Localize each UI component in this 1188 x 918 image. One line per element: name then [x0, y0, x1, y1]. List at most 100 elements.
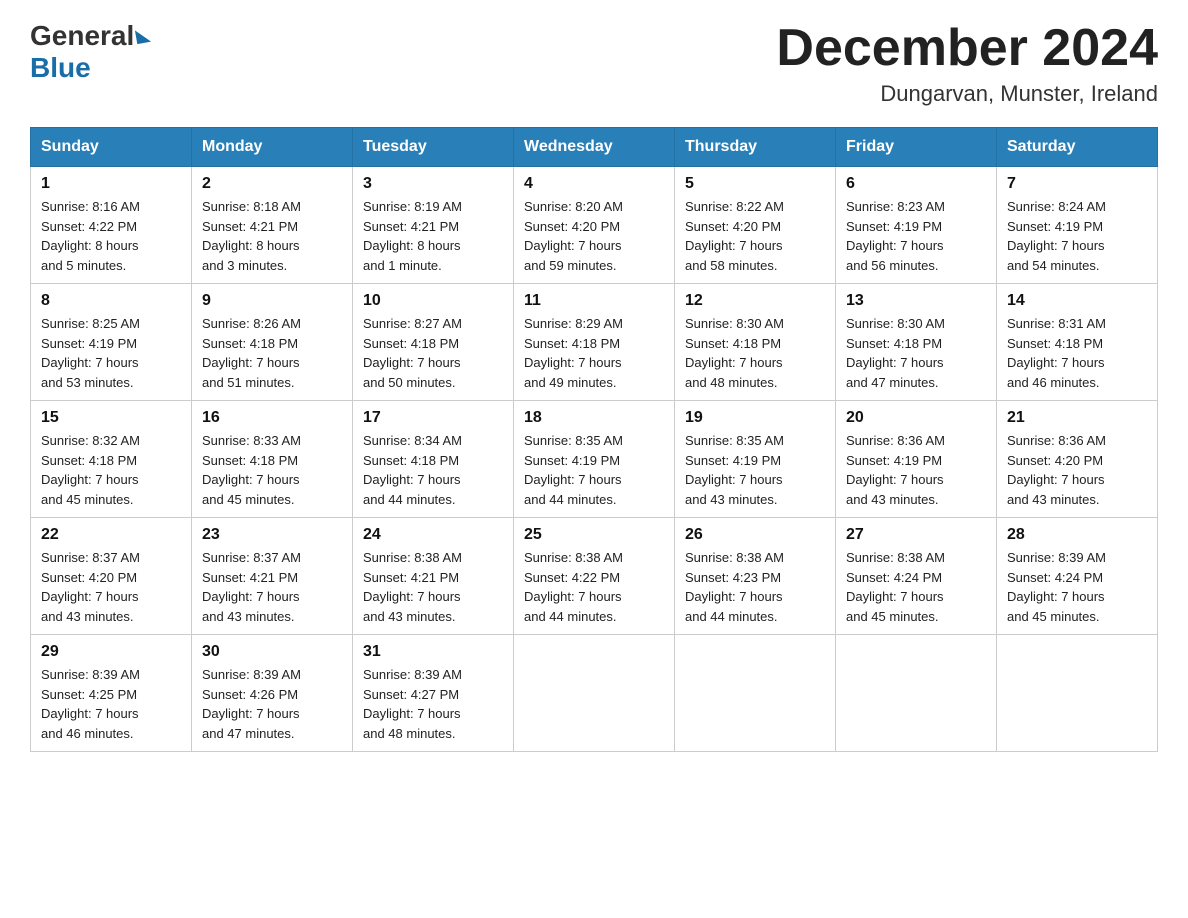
calendar-cell: 2 Sunrise: 8:18 AM Sunset: 4:21 PM Daylig… — [192, 167, 353, 284]
month-title: December 2024 — [776, 20, 1158, 77]
day-number: 22 — [41, 526, 181, 544]
day-number: 6 — [846, 175, 986, 193]
calendar-cell: 8 Sunrise: 8:25 AM Sunset: 4:19 PM Daylig… — [31, 284, 192, 401]
day-number: 3 — [363, 175, 503, 193]
logo-arrow-icon — [135, 28, 151, 44]
day-info: Sunrise: 8:22 AM Sunset: 4:20 PM Dayligh… — [685, 197, 825, 275]
day-number: 1 — [41, 175, 181, 193]
calendar-cell: 10 Sunrise: 8:27 AM Sunset: 4:18 PM Dayli… — [353, 284, 514, 401]
calendar-cell: 29Sunrise: 8:39 AM Sunset: 4:25 PM Dayli… — [31, 635, 192, 752]
calendar-cell — [997, 635, 1158, 752]
calendar-cell: 31Sunrise: 8:39 AM Sunset: 4:27 PM Dayli… — [353, 635, 514, 752]
day-info: Sunrise: 8:37 AM Sunset: 4:21 PM Dayligh… — [202, 548, 342, 626]
calendar-cell — [675, 635, 836, 752]
col-header-tuesday: Tuesday — [353, 128, 514, 167]
col-header-monday: Monday — [192, 128, 353, 167]
calendar-cell: 21Sunrise: 8:36 AM Sunset: 4:20 PM Dayli… — [997, 401, 1158, 518]
calendar-week-4: 22 Sunrise: 8:37 AM Sunset: 4:20 PM Dayli… — [31, 518, 1158, 635]
day-number: 2 — [202, 175, 342, 193]
calendar-cell: 22 Sunrise: 8:37 AM Sunset: 4:20 PM Dayli… — [31, 518, 192, 635]
day-number: 24 — [363, 526, 503, 544]
calendar-cell: 9Sunrise: 8:26 AM Sunset: 4:18 PM Daylig… — [192, 284, 353, 401]
day-info: Sunrise: 8:37 AM Sunset: 4:20 PM Dayligh… — [41, 548, 181, 626]
day-number: 18 — [524, 409, 664, 427]
calendar-cell: 4 Sunrise: 8:20 AM Sunset: 4:20 PM Daylig… — [514, 167, 675, 284]
day-info: Sunrise: 8:34 AM Sunset: 4:18 PM Dayligh… — [363, 431, 503, 509]
calendar-header-row: SundayMondayTuesdayWednesdayThursdayFrid… — [31, 128, 1158, 167]
day-info: Sunrise: 8:30 AM Sunset: 4:18 PM Dayligh… — [685, 314, 825, 392]
day-info: Sunrise: 8:35 AM Sunset: 4:19 PM Dayligh… — [524, 431, 664, 509]
calendar-cell: 11Sunrise: 8:29 AM Sunset: 4:18 PM Dayli… — [514, 284, 675, 401]
day-info: Sunrise: 8:38 AM Sunset: 4:23 PM Dayligh… — [685, 548, 825, 626]
day-info: Sunrise: 8:31 AM Sunset: 4:18 PM Dayligh… — [1007, 314, 1147, 392]
day-info: Sunrise: 8:32 AM Sunset: 4:18 PM Dayligh… — [41, 431, 181, 509]
day-info: Sunrise: 8:38 AM Sunset: 4:24 PM Dayligh… — [846, 548, 986, 626]
calendar-cell — [514, 635, 675, 752]
day-info: Sunrise: 8:30 AM Sunset: 4:18 PM Dayligh… — [846, 314, 986, 392]
calendar-cell — [836, 635, 997, 752]
day-number: 30 — [202, 643, 342, 661]
calendar-cell: 20Sunrise: 8:36 AM Sunset: 4:19 PM Dayli… — [836, 401, 997, 518]
day-info: Sunrise: 8:25 AM Sunset: 4:19 PM Dayligh… — [41, 314, 181, 392]
day-number: 25 — [524, 526, 664, 544]
calendar-cell: 14 Sunrise: 8:31 AM Sunset: 4:18 PM Dayli… — [997, 284, 1158, 401]
day-number: 12 — [685, 292, 825, 310]
col-header-thursday: Thursday — [675, 128, 836, 167]
calendar-cell: 19 Sunrise: 8:35 AM Sunset: 4:19 PM Dayli… — [675, 401, 836, 518]
calendar-cell: 12 Sunrise: 8:30 AM Sunset: 4:18 PM Dayli… — [675, 284, 836, 401]
calendar-week-1: 1 Sunrise: 8:16 AM Sunset: 4:22 PM Daylig… — [31, 167, 1158, 284]
day-number: 9 — [202, 292, 342, 310]
day-info: Sunrise: 8:36 AM Sunset: 4:19 PM Dayligh… — [846, 431, 986, 509]
day-number: 26 — [685, 526, 825, 544]
calendar-week-2: 8 Sunrise: 8:25 AM Sunset: 4:19 PM Daylig… — [31, 284, 1158, 401]
day-info: Sunrise: 8:27 AM Sunset: 4:18 PM Dayligh… — [363, 314, 503, 392]
day-info: Sunrise: 8:39 AM Sunset: 4:24 PM Dayligh… — [1007, 548, 1147, 626]
calendar-week-3: 15 Sunrise: 8:32 AM Sunset: 4:18 PM Dayli… — [31, 401, 1158, 518]
calendar-cell: 23 Sunrise: 8:37 AM Sunset: 4:21 PM Dayli… — [192, 518, 353, 635]
day-info: Sunrise: 8:38 AM Sunset: 4:22 PM Dayligh… — [524, 548, 664, 626]
day-info: Sunrise: 8:36 AM Sunset: 4:20 PM Dayligh… — [1007, 431, 1147, 509]
day-number: 13 — [846, 292, 986, 310]
day-number: 28 — [1007, 526, 1147, 544]
calendar-cell: 27 Sunrise: 8:38 AM Sunset: 4:24 PM Dayli… — [836, 518, 997, 635]
col-header-sunday: Sunday — [31, 128, 192, 167]
day-number: 11 — [524, 292, 664, 310]
calendar-cell: 28 Sunrise: 8:39 AM Sunset: 4:24 PM Dayli… — [997, 518, 1158, 635]
day-number: 8 — [41, 292, 181, 310]
day-number: 17 — [363, 409, 503, 427]
day-number: 5 — [685, 175, 825, 193]
day-number: 4 — [524, 175, 664, 193]
calendar-cell: 5 Sunrise: 8:22 AM Sunset: 4:20 PM Daylig… — [675, 167, 836, 284]
day-number: 10 — [363, 292, 503, 310]
day-info: Sunrise: 8:18 AM Sunset: 4:21 PM Dayligh… — [202, 197, 342, 275]
day-number: 19 — [685, 409, 825, 427]
title-block: December 2024 Dungarvan, Munster, Irelan… — [776, 20, 1158, 107]
day-info: Sunrise: 8:20 AM Sunset: 4:20 PM Dayligh… — [524, 197, 664, 275]
day-info: Sunrise: 8:24 AM Sunset: 4:19 PM Dayligh… — [1007, 197, 1147, 275]
logo-blue-text: Blue — [30, 52, 91, 84]
day-info: Sunrise: 8:33 AM Sunset: 4:18 PM Dayligh… — [202, 431, 342, 509]
day-info: Sunrise: 8:23 AM Sunset: 4:19 PM Dayligh… — [846, 197, 986, 275]
calendar-cell: 30 Sunrise: 8:39 AM Sunset: 4:26 PM Dayli… — [192, 635, 353, 752]
day-info: Sunrise: 8:19 AM Sunset: 4:21 PM Dayligh… — [363, 197, 503, 275]
col-header-friday: Friday — [836, 128, 997, 167]
day-info: Sunrise: 8:16 AM Sunset: 4:22 PM Dayligh… — [41, 197, 181, 275]
calendar-cell: 7 Sunrise: 8:24 AM Sunset: 4:19 PM Daylig… — [997, 167, 1158, 284]
day-number: 23 — [202, 526, 342, 544]
day-info: Sunrise: 8:39 AM Sunset: 4:26 PM Dayligh… — [202, 665, 342, 743]
day-number: 16 — [202, 409, 342, 427]
day-number: 15 — [41, 409, 181, 427]
calendar-cell: 3 Sunrise: 8:19 AM Sunset: 4:21 PM Daylig… — [353, 167, 514, 284]
day-number: 27 — [846, 526, 986, 544]
calendar-cell: 25 Sunrise: 8:38 AM Sunset: 4:22 PM Dayli… — [514, 518, 675, 635]
col-header-wednesday: Wednesday — [514, 128, 675, 167]
col-header-saturday: Saturday — [997, 128, 1158, 167]
day-info: Sunrise: 8:38 AM Sunset: 4:21 PM Dayligh… — [363, 548, 503, 626]
day-number: 14 — [1007, 292, 1147, 310]
calendar-cell: 13 Sunrise: 8:30 AM Sunset: 4:18 PM Dayli… — [836, 284, 997, 401]
day-info: Sunrise: 8:35 AM Sunset: 4:19 PM Dayligh… — [685, 431, 825, 509]
logo-general-text: General — [30, 20, 134, 52]
calendar-week-5: 29Sunrise: 8:39 AM Sunset: 4:25 PM Dayli… — [31, 635, 1158, 752]
logo: General Blue — [30, 20, 152, 84]
day-number: 7 — [1007, 175, 1147, 193]
